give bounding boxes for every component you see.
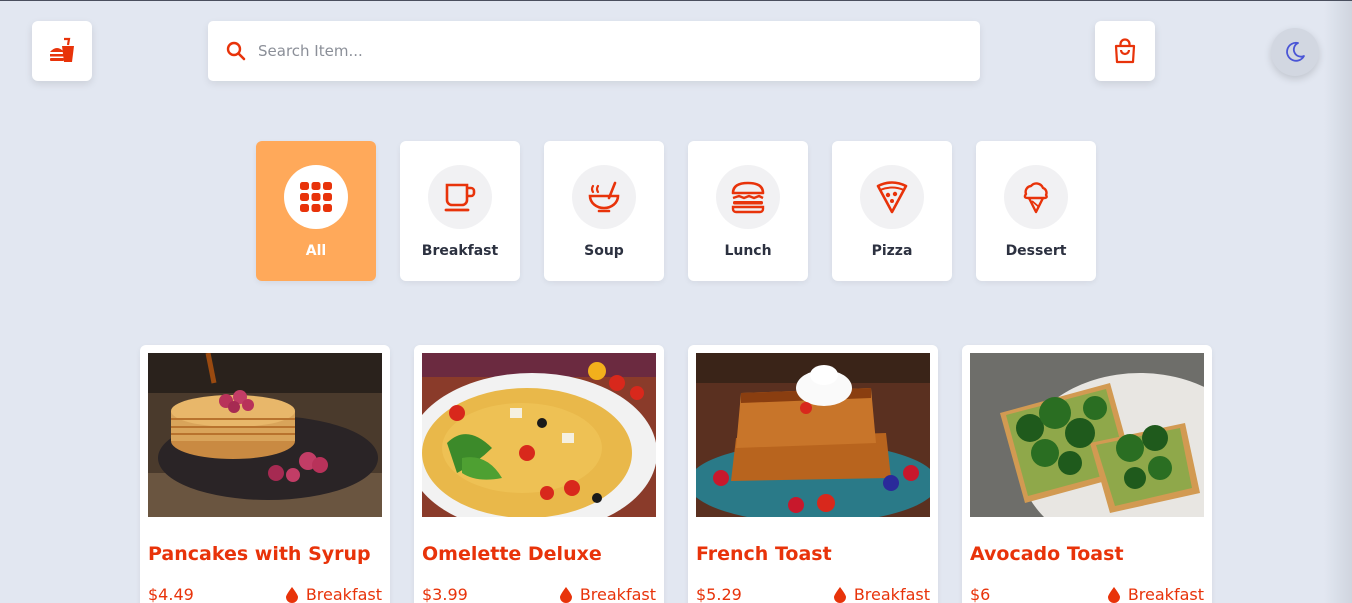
food-price: $6 xyxy=(970,585,991,603)
food-image xyxy=(696,353,930,517)
fastfood-icon xyxy=(50,37,74,62)
food-category: Breakfast xyxy=(579,585,656,603)
coffee-cup-icon xyxy=(444,183,476,212)
food-image xyxy=(148,353,382,517)
category-icon-wrap xyxy=(716,165,780,229)
food-title: Omelette Deluxe xyxy=(422,543,602,565)
moon-icon xyxy=(1286,41,1305,62)
food-title: Pancakes with Syrup xyxy=(148,543,371,565)
logo-button[interactable] xyxy=(32,21,92,81)
food-meta: $6 Breakfast xyxy=(970,585,1204,603)
category-label: Lunch xyxy=(724,243,772,259)
drop-icon xyxy=(1107,586,1120,603)
food-title: French Toast xyxy=(696,543,832,565)
food-category-tag: Breakfast xyxy=(559,585,656,603)
drop-icon xyxy=(833,586,846,603)
search-bar[interactable] xyxy=(208,21,980,81)
shopping-bag-icon xyxy=(1114,38,1136,64)
category-pizza[interactable]: Pizza xyxy=(832,141,952,281)
category-label: Pizza xyxy=(871,243,913,259)
category-label: Breakfast xyxy=(421,243,499,259)
page-edge-shade xyxy=(1324,1,1352,603)
category-breakfast[interactable]: Breakfast xyxy=(400,141,520,281)
food-category: Breakfast xyxy=(305,585,382,603)
food-price: $3.99 xyxy=(422,585,468,603)
food-price: $5.29 xyxy=(696,585,742,603)
category-icon-wrap xyxy=(428,165,492,229)
category-dessert[interactable]: Dessert xyxy=(976,141,1096,281)
food-meta: $5.29 Breakfast xyxy=(696,585,930,603)
search-icon xyxy=(226,41,246,61)
food-title: Avocado Toast xyxy=(970,543,1124,565)
category-label: Dessert xyxy=(1005,243,1067,259)
food-card[interactable]: French Toast $5.29 Breakfast xyxy=(688,345,938,603)
category-icon-wrap xyxy=(860,165,924,229)
ice-cream-icon xyxy=(1023,182,1048,214)
food-category-tag: Breakfast xyxy=(833,585,930,603)
food-category: Breakfast xyxy=(853,585,930,603)
food-category: Breakfast xyxy=(1127,585,1204,603)
soup-bowl-icon xyxy=(588,181,620,213)
category-icon-wrap xyxy=(572,165,636,229)
food-image xyxy=(422,353,656,517)
food-category-tag: Breakfast xyxy=(1107,585,1204,603)
category-label: All xyxy=(305,243,327,259)
category-all[interactable]: All xyxy=(256,141,376,281)
food-category-tag: Breakfast xyxy=(285,585,382,603)
drop-icon xyxy=(285,586,298,603)
food-card[interactable]: Omelette Deluxe $3.99 Breakfast xyxy=(414,345,664,603)
search-input[interactable] xyxy=(258,42,938,60)
burger-icon xyxy=(731,181,765,214)
pizza-slice-icon xyxy=(876,181,908,214)
category-icon-wrap xyxy=(1004,165,1068,229)
food-price: $4.49 xyxy=(148,585,194,603)
food-image xyxy=(970,353,1204,517)
category-list: All Breakfast Soup Lunch Pizza Dessert xyxy=(256,141,1096,281)
category-icon-wrap xyxy=(284,165,348,229)
food-card[interactable]: Avocado Toast $6 Breakfast xyxy=(962,345,1212,603)
food-card[interactable]: Pancakes with Syrup $4.49 Breakfast xyxy=(140,345,390,603)
cart-button[interactable] xyxy=(1095,21,1155,81)
grid-icon xyxy=(300,182,332,212)
menu-items: Pancakes with Syrup $4.49 Breakfast Omel… xyxy=(140,345,1212,603)
category-soup[interactable]: Soup xyxy=(544,141,664,281)
theme-toggle-button[interactable] xyxy=(1271,28,1319,76)
food-meta: $3.99 Breakfast xyxy=(422,585,656,603)
category-lunch[interactable]: Lunch xyxy=(688,141,808,281)
drop-icon xyxy=(559,586,572,603)
food-meta: $4.49 Breakfast xyxy=(148,585,382,603)
category-label: Soup xyxy=(584,243,624,259)
